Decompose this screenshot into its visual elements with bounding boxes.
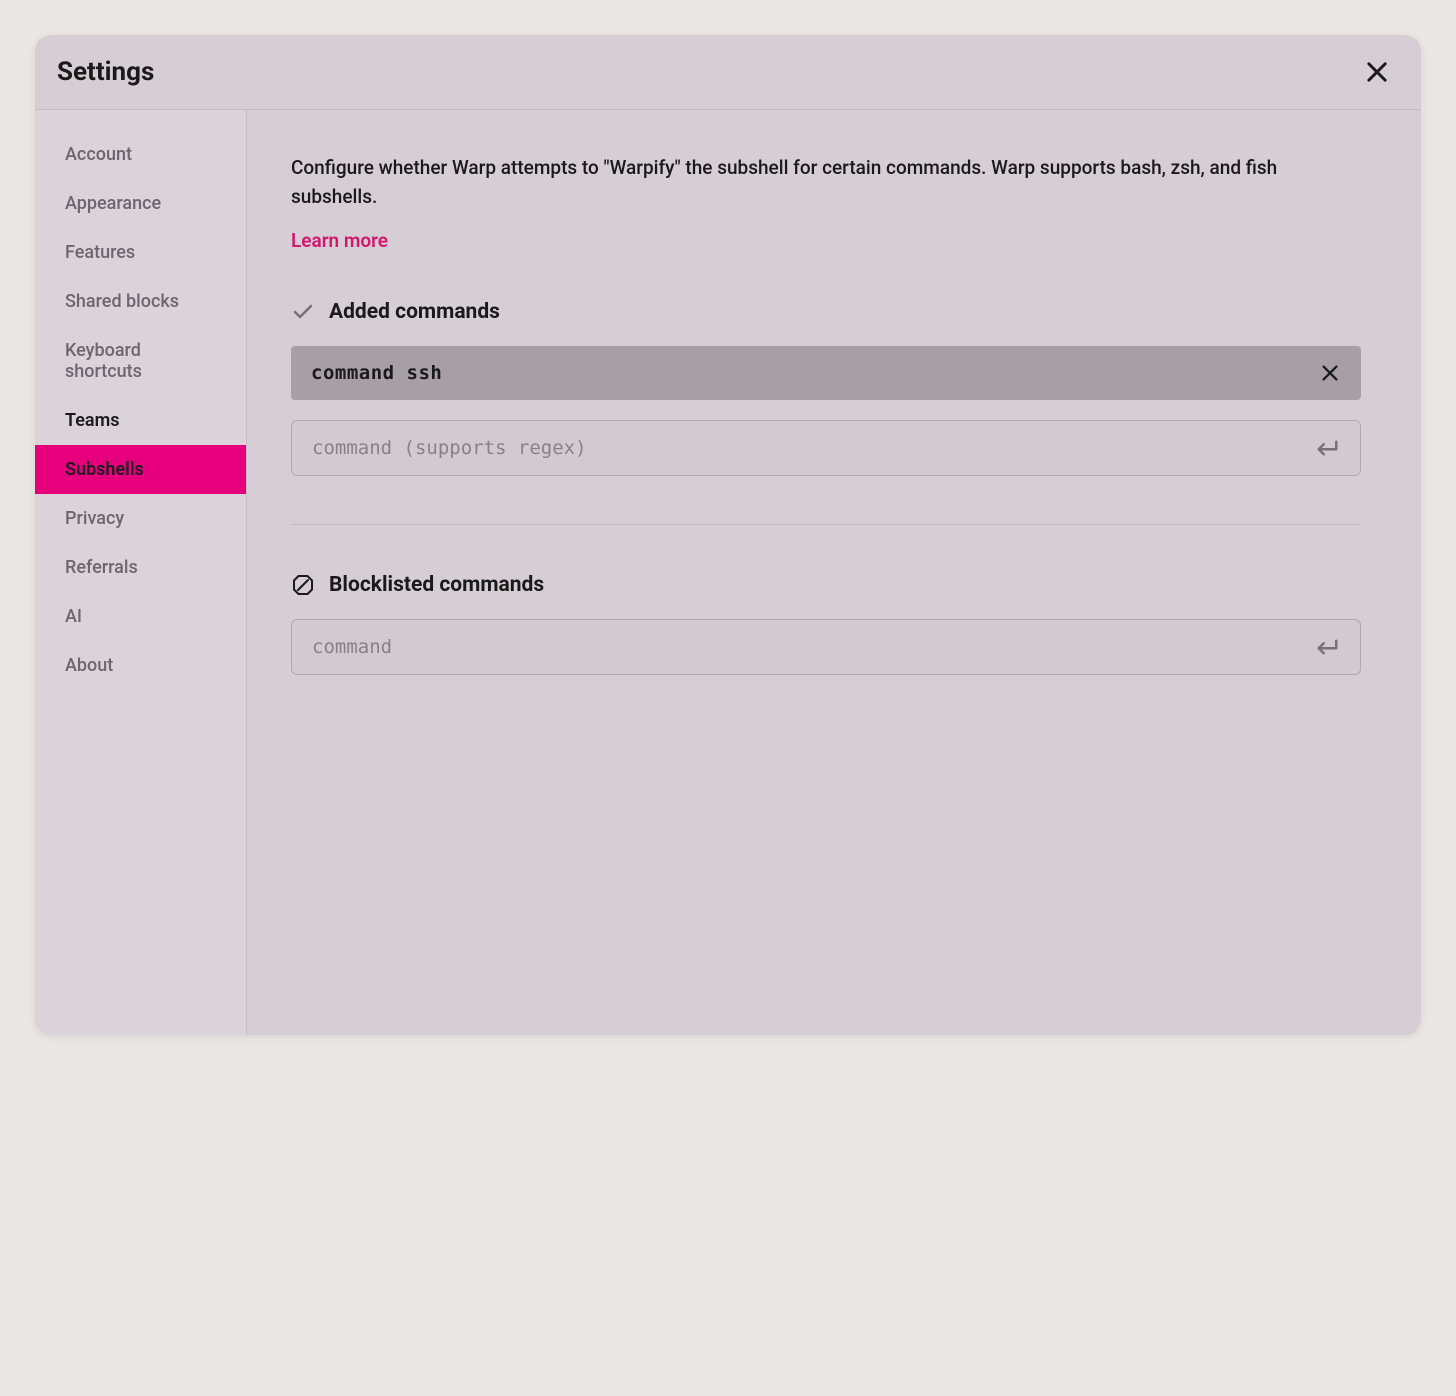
sidebar-item-about[interactable]: About [35,641,246,690]
close-icon [1363,58,1391,86]
sidebar-item-subshells[interactable]: Subshells [35,445,246,494]
close-button[interactable] [1363,58,1391,86]
blocklisted-commands-section: Blocklisted commands [291,573,1361,675]
sidebar-item-ai[interactable]: AI [35,592,246,641]
modal-header: Settings [35,35,1421,110]
added-commands-section: Added commands command ssh [291,300,1361,476]
add-command-input[interactable] [312,437,1310,459]
section-divider [291,524,1361,525]
sidebar-item-label: Keyboard shortcuts [65,340,142,382]
close-icon [1319,362,1341,384]
settings-modal: Settings Account Appearance Features Sha… [35,35,1421,1035]
learn-more-link[interactable]: Learn more [291,229,388,252]
command-chip-text: command ssh [311,362,442,384]
sidebar-item-label: Appearance [65,193,161,214]
blocklist-command-input-row [291,619,1361,675]
sidebar-item-label: Features [65,242,135,263]
sidebar-item-label: About [65,655,113,676]
sidebar-item-label: Privacy [65,508,124,529]
remove-command-button[interactable] [1319,362,1341,384]
sidebar-item-features[interactable]: Features [35,228,246,277]
section-header: Blocklisted commands [291,573,1361,597]
panel-description: Configure whether Warp attempts to "Warp… [291,154,1361,211]
sidebar-item-account[interactable]: Account [35,130,246,179]
submit-blocklist-command-button[interactable] [1310,632,1340,662]
enter-icon [1310,433,1340,463]
sidebar-item-shared-blocks[interactable]: Shared blocks [35,277,246,326]
sidebar: Account Appearance Features Shared block… [35,110,247,1035]
sidebar-item-label: Referrals [65,557,138,578]
sidebar-item-teams[interactable]: Teams [35,396,246,445]
sidebar-item-label: Shared blocks [65,291,179,312]
sidebar-item-privacy[interactable]: Privacy [35,494,246,543]
add-command-input-row [291,420,1361,476]
command-chip: command ssh [291,346,1361,400]
submit-add-command-button[interactable] [1310,433,1340,463]
enter-icon [1310,632,1340,662]
check-icon [291,300,315,324]
section-title: Blocklisted commands [329,573,544,597]
sidebar-item-referrals[interactable]: Referrals [35,543,246,592]
sidebar-item-label: Subshells [65,459,144,480]
sidebar-item-keyboard-shortcuts[interactable]: Keyboard shortcuts [35,326,246,396]
sidebar-item-label: AI [65,606,82,627]
sidebar-item-label: Teams [65,410,120,431]
modal-title: Settings [57,57,154,87]
sidebar-item-label: Account [65,144,132,165]
sidebar-item-appearance[interactable]: Appearance [35,179,246,228]
section-header: Added commands [291,300,1361,324]
content-panel: Configure whether Warp attempts to "Warp… [247,110,1421,1035]
block-icon [291,573,315,597]
blocklist-command-input[interactable] [312,636,1310,658]
modal-body: Account Appearance Features Shared block… [35,110,1421,1035]
section-title: Added commands [329,300,500,324]
